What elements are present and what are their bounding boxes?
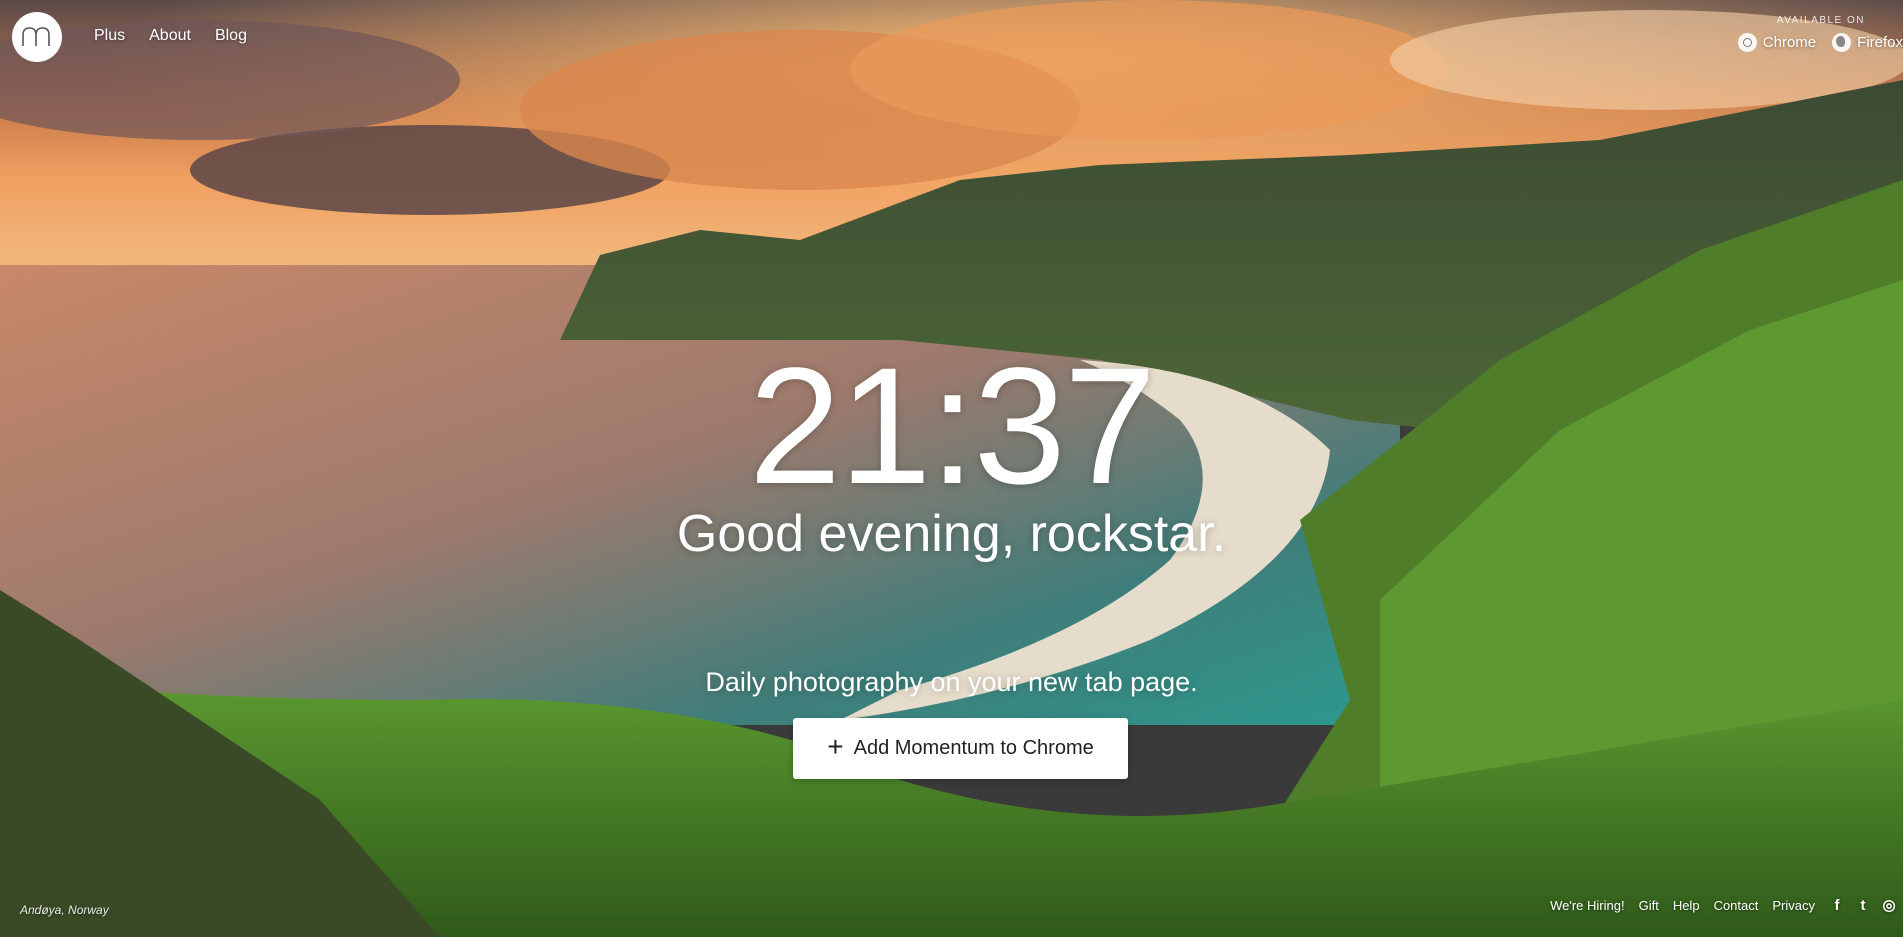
social-links: f t ◎ xyxy=(1829,897,1897,915)
instagram-icon[interactable]: ◎ xyxy=(1881,897,1897,914)
browser-links: Chrome Firefox xyxy=(1737,33,1903,52)
chrome-label: Chrome xyxy=(1762,34,1817,51)
footer-link-help[interactable]: Help xyxy=(1673,898,1700,913)
momentum-logo[interactable] xyxy=(12,12,62,62)
chrome-link[interactable]: Chrome xyxy=(1737,33,1817,52)
footer-link-privacy[interactable]: Privacy xyxy=(1772,898,1815,913)
clock: 21:37 xyxy=(748,334,1156,519)
nav-link-blog[interactable]: Blog xyxy=(215,27,247,45)
footer: We're Hiring! Gift Help Contact Privacy … xyxy=(1550,897,1897,915)
chrome-icon xyxy=(1737,33,1757,52)
footer-link-contact[interactable]: Contact xyxy=(1714,898,1759,913)
add-to-chrome-button[interactable]: + Add Momentum to Chrome xyxy=(793,718,1128,779)
footer-link-gift[interactable]: Gift xyxy=(1639,898,1659,913)
footer-link-hiring[interactable]: We're Hiring! xyxy=(1550,898,1624,913)
facebook-icon[interactable]: f xyxy=(1829,897,1845,914)
greeting: Good evening, rockstar. xyxy=(676,505,1227,563)
twitter-icon[interactable]: t xyxy=(1855,897,1871,914)
nav-link-plus[interactable]: Plus xyxy=(94,27,125,45)
top-nav: Plus About Blog xyxy=(94,27,247,45)
firefox-link[interactable]: Firefox xyxy=(1832,33,1903,52)
firefox-label: Firefox xyxy=(1857,34,1903,51)
firefox-icon xyxy=(1832,33,1852,52)
add-to-chrome-label: Add Momentum to Chrome xyxy=(853,737,1094,759)
photo-location[interactable]: Andøya, Norway xyxy=(20,903,109,917)
tagline: Daily photography on your new tab page. xyxy=(705,667,1198,697)
plus-icon: + xyxy=(827,731,844,762)
momentum-logo-icon xyxy=(22,27,50,46)
available-on-label: AVAILABLE ON xyxy=(1776,15,1865,26)
nav-link-about[interactable]: About xyxy=(149,27,191,45)
